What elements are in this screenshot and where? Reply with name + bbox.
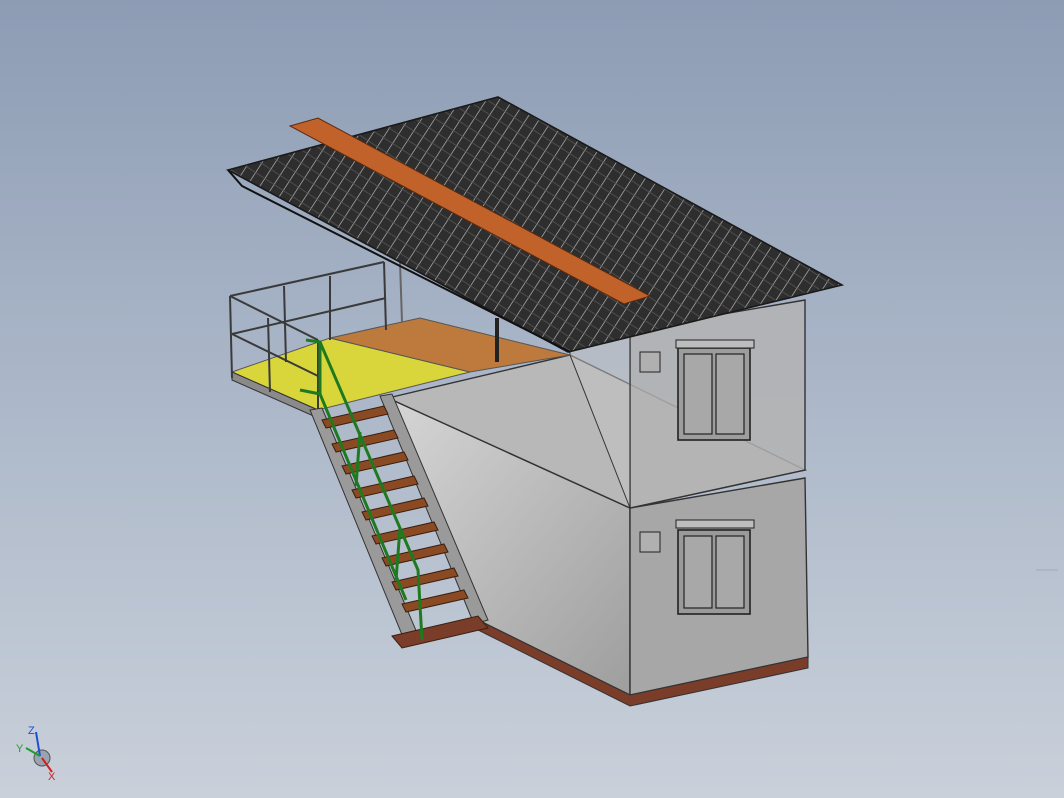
axis-triad: Z Y X (16, 725, 56, 783)
triad-y-label: Y (16, 743, 24, 755)
cad-model-viewport[interactable]: Z Y X (0, 0, 1064, 798)
triad-z-label: Z (28, 725, 35, 737)
lower-vent-box (639, 531, 661, 553)
upper-vent-box (639, 351, 661, 373)
triad-x-label: X (48, 771, 56, 783)
upper-window (675, 339, 755, 441)
lower-window (675, 519, 755, 615)
